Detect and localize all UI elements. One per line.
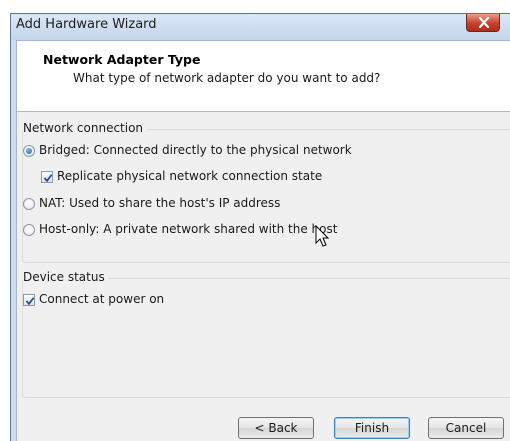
bridged-radio[interactable]: [23, 145, 35, 157]
bridged-label: Bridged: Connected directly to the physi…: [39, 143, 352, 157]
mouse-pointer-icon: [315, 225, 330, 247]
nat-radio[interactable]: [23, 198, 35, 210]
checkmark-icon: [43, 174, 53, 183]
replicate-label: Replicate physical network connection st…: [57, 169, 323, 183]
cancel-button[interactable]: Cancel: [428, 417, 504, 439]
connect-at-power-on-checkbox[interactable]: [23, 294, 35, 306]
wizard-client-area: Network Adapter Type What type of networ…: [16, 40, 510, 441]
replicate-checkbox[interactable]: [41, 171, 53, 183]
device-status-group-label: Device status: [23, 270, 109, 284]
add-hardware-wizard-window: Add Hardware Wizard Network Adapter Type…: [10, 13, 510, 441]
window-title: Add Hardware Wizard: [16, 17, 157, 32]
wizard-header: Network Adapter Type What type of networ…: [17, 41, 510, 112]
page-title: Network Adapter Type: [43, 52, 201, 67]
close-icon: [478, 17, 490, 28]
page-subtitle: What type of network adapter do you want…: [73, 71, 381, 85]
close-button[interactable]: [466, 14, 500, 32]
back-button[interactable]: < Back: [238, 417, 314, 439]
connect-at-power-on-label: Connect at power on: [39, 292, 165, 306]
hostonly-label: Host-only: A private network shared with…: [39, 222, 338, 236]
finish-button[interactable]: Finish: [334, 417, 410, 439]
hostonly-radio[interactable]: [23, 224, 35, 236]
device-status-group: Device status Connect at power on: [22, 270, 510, 398]
network-connection-group: Network connection Bridged: Connected di…: [22, 121, 510, 263]
title-bar[interactable]: Add Hardware Wizard: [11, 14, 510, 40]
network-connection-group-label: Network connection: [23, 121, 148, 135]
checkmark-icon: [25, 297, 35, 306]
nat-label: NAT: Used to share the host's IP address: [39, 196, 281, 210]
